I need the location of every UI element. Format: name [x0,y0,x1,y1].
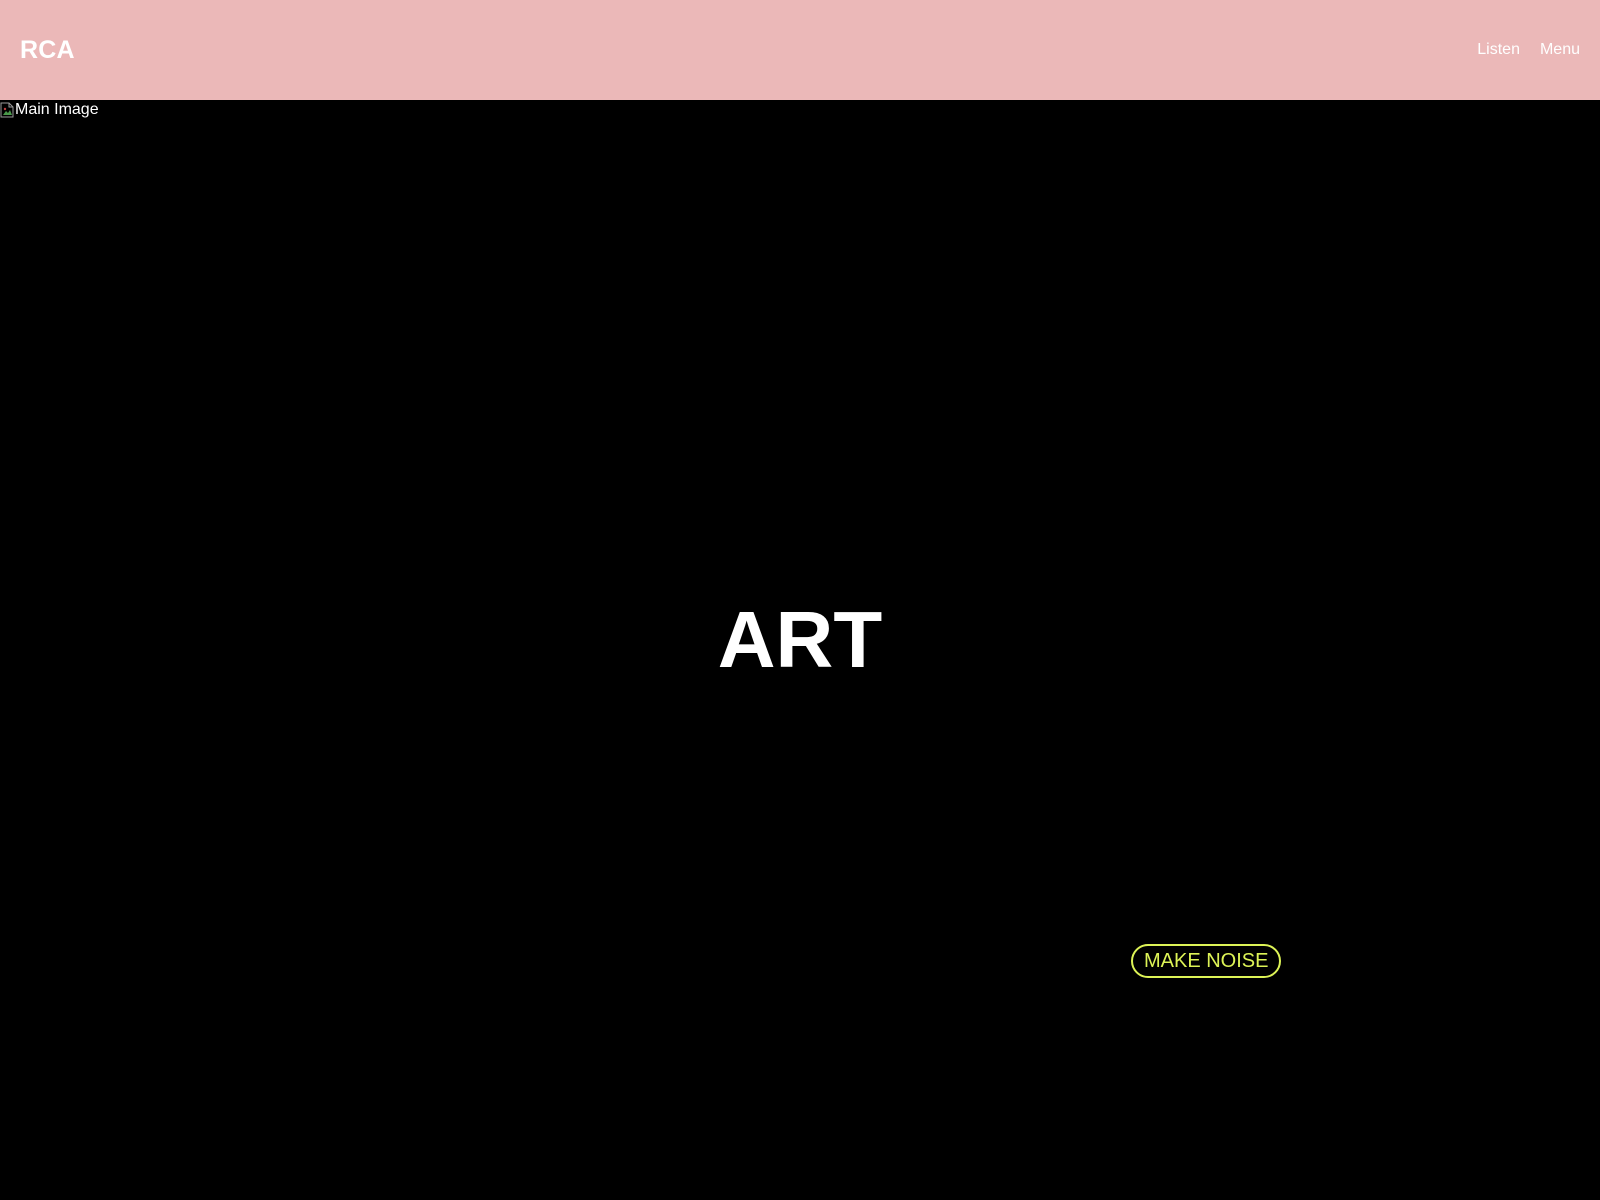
site-logo[interactable]: RCA [20,35,75,65]
make-noise-button[interactable]: MAKE NOISE [1131,944,1282,978]
broken-image-icon [0,102,14,118]
hero-headline: ART [717,595,883,684]
main-image-alt-text: Main Image [15,101,99,118]
main-nav: Listen Menu [1477,40,1580,60]
site-header: RCA Listen Menu [0,0,1600,100]
nav-listen-link[interactable]: Listen [1477,40,1520,60]
hero-section: Main Image ART MAKE NOISE [0,100,1600,1200]
main-image: Main Image [0,100,99,120]
nav-menu-link[interactable]: Menu [1540,40,1580,60]
